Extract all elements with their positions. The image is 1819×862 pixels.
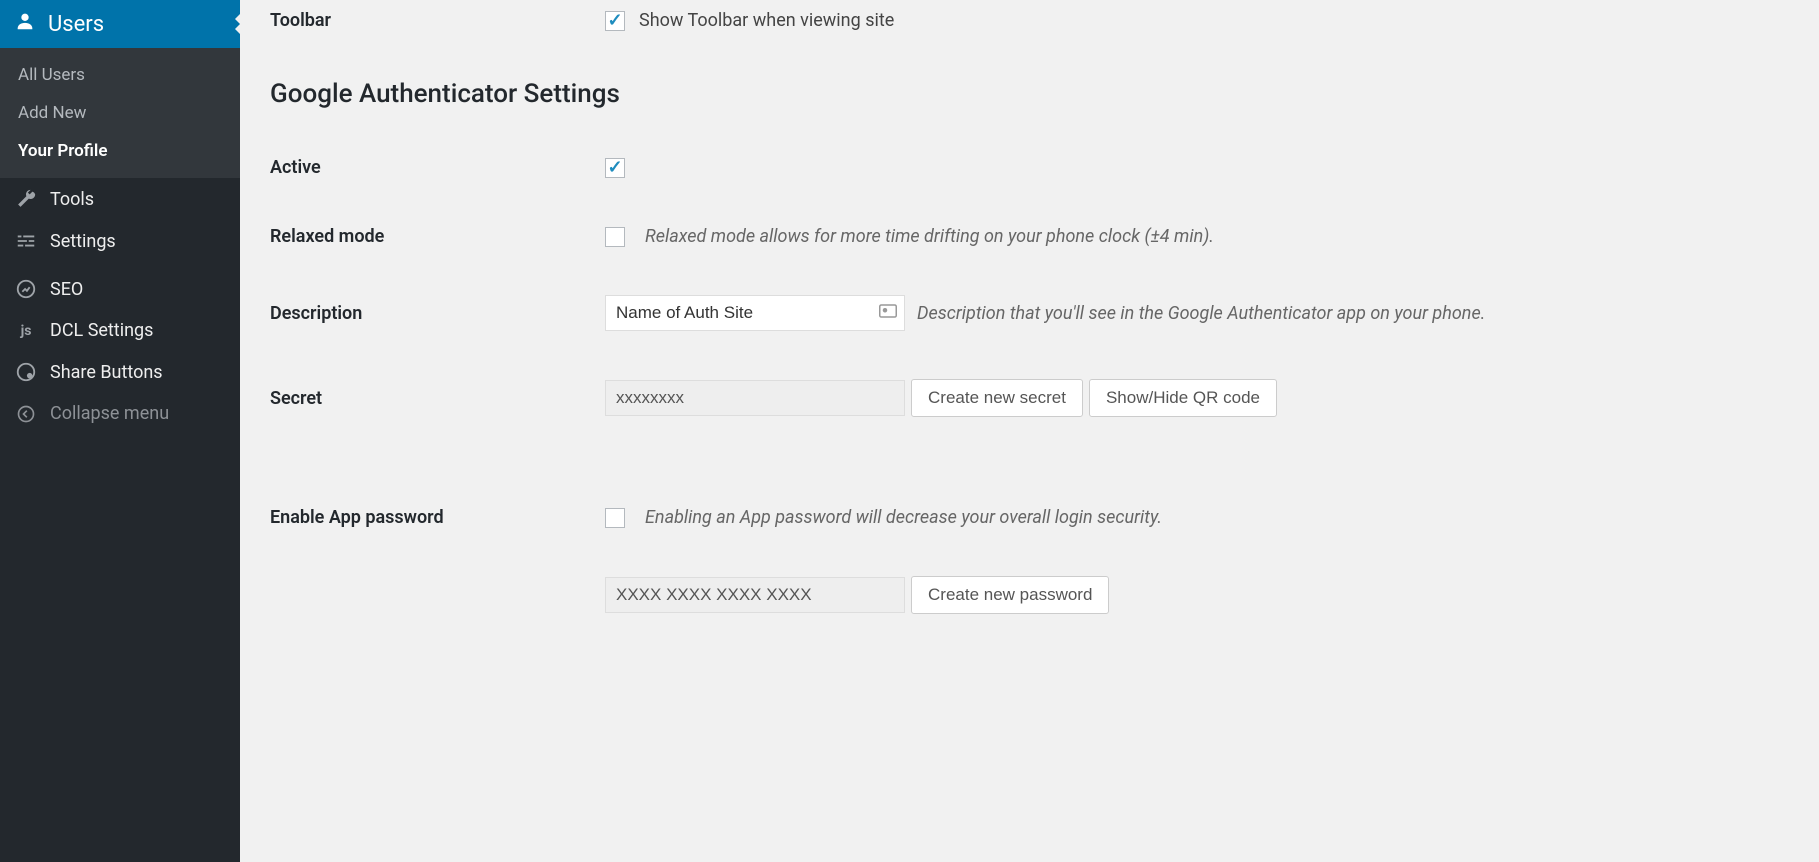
btn-toggle-qr[interactable]: Show/Hide QR code (1089, 379, 1277, 417)
wrench-icon (14, 188, 38, 210)
label-secret: Secret (270, 388, 605, 409)
sidebar-item-seo[interactable]: SEO (0, 268, 240, 310)
collapse-icon (14, 404, 38, 424)
label-relaxed: Relaxed mode (270, 226, 605, 247)
sidebar-sub-add-new[interactable]: Add New (0, 94, 240, 132)
hint-app-password: Enabling an App password will decrease y… (645, 507, 1162, 528)
row-relaxed: Relaxed mode Relaxed mode allows for mor… (270, 226, 1789, 247)
nav-label: Collapse menu (50, 403, 169, 424)
hint-relaxed: Relaxed mode allows for more time drifti… (645, 226, 1214, 247)
js-icon: js (14, 323, 38, 339)
checkbox-toolbar-label: Show Toolbar when viewing site (639, 10, 894, 31)
share-icon (14, 361, 38, 383)
nav-label: DCL Settings (50, 320, 153, 341)
sidebar-submenu: All Users Add New Your Profile (0, 48, 240, 178)
sidebar-item-dcl[interactable]: js DCL Settings (0, 310, 240, 351)
nav-label: SEO (50, 279, 83, 300)
checkbox-toolbar[interactable] (605, 11, 625, 31)
checkbox-app-password[interactable] (605, 508, 625, 528)
checkbox-relaxed[interactable] (605, 227, 625, 247)
input-secret[interactable] (605, 380, 905, 416)
nav-label: Share Buttons (50, 362, 163, 383)
admin-sidebar: Users All Users Add New Your Profile Too… (0, 0, 240, 862)
sidebar-section-label: Users (48, 12, 104, 37)
sliders-icon (14, 230, 38, 252)
label-app-password: Enable App password (270, 507, 605, 528)
btn-create-password[interactable]: Create new password (911, 576, 1109, 614)
sidebar-item-share[interactable]: Share Buttons (0, 351, 240, 393)
label-active: Active (270, 157, 605, 178)
contact-card-icon (879, 304, 897, 322)
label-toolbar: Toolbar (270, 10, 605, 31)
sidebar-section-users[interactable]: Users (0, 0, 240, 48)
row-secret: Secret Create new secret Show/Hide QR co… (270, 379, 1789, 417)
row-app-password-gen: Create new password (270, 576, 1789, 614)
checkbox-active[interactable] (605, 158, 625, 178)
row-app-password: Enable App password Enabling an App pass… (270, 507, 1789, 528)
section-title-ga: Google Authenticator Settings (270, 79, 1789, 109)
sidebar-sub-all-users[interactable]: All Users (0, 56, 240, 94)
sidebar-collapse[interactable]: Collapse menu (0, 393, 240, 434)
btn-create-secret[interactable]: Create new secret (911, 379, 1083, 417)
user-icon (14, 10, 36, 38)
row-toolbar: Toolbar Show Toolbar when viewing site (270, 10, 1789, 31)
sidebar-item-settings[interactable]: Settings (0, 220, 240, 262)
input-app-password[interactable] (605, 577, 905, 613)
sidebar-sub-your-profile[interactable]: Your Profile (0, 132, 240, 170)
input-description[interactable] (605, 295, 905, 331)
label-description: Description (270, 303, 605, 324)
sidebar-item-tools[interactable]: Tools (0, 178, 240, 220)
row-description: Description Description that you'll see … (270, 295, 1789, 331)
main-content: Toolbar Show Toolbar when viewing site G… (240, 0, 1819, 862)
row-active: Active (270, 157, 1789, 178)
seo-icon (14, 278, 38, 300)
nav-label: Tools (50, 189, 94, 210)
nav-label: Settings (50, 231, 116, 252)
hint-description: Description that you'll see in the Googl… (917, 303, 1485, 324)
